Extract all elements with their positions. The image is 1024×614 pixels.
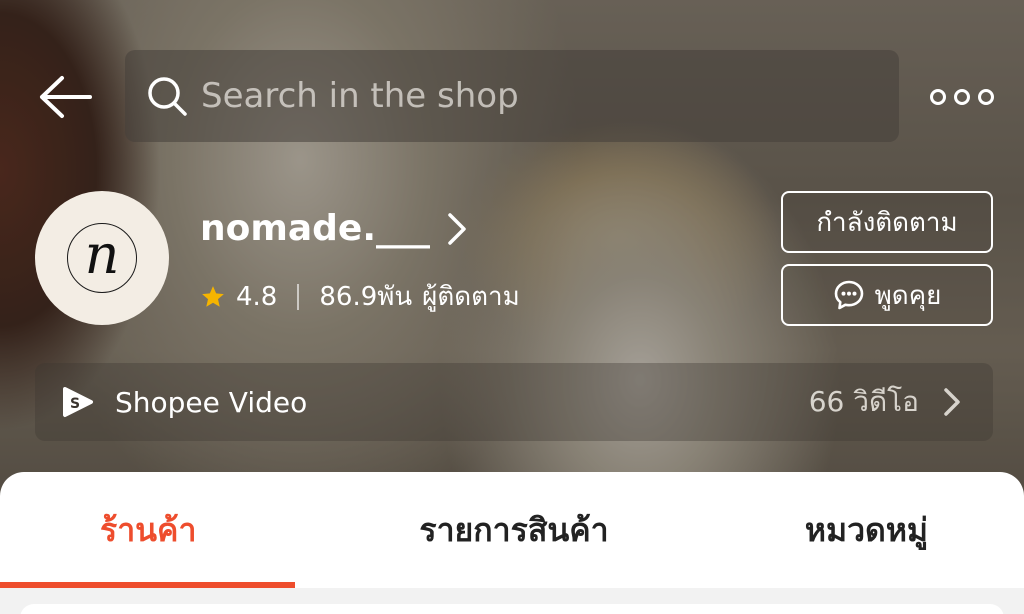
dot-icon [978,89,994,105]
dot-icon [930,89,946,105]
dot-icon [954,89,970,105]
shopee-video-row[interactable]: S Shopee Video 66 วิดีโอ [35,363,993,441]
shop-tabs: ร้านค้า รายการสินค้า หมวดหมู่ [0,472,1024,588]
chat-button-label: พูดคุย [874,280,942,311]
avatar-logo-letter: n [84,223,120,286]
shopee-video-icon: S [61,385,95,419]
svg-text:S: S [70,396,80,412]
logo-ring: n [67,223,137,293]
shopee-video-label: Shopee Video [115,385,308,419]
shop-rating: 4.8 [236,281,278,312]
star-icon [200,284,226,310]
follower-label: ผู้ติดตาม [422,282,520,312]
arrow-left-icon [40,76,92,118]
chevron-right-icon [446,212,470,246]
shop-avatar[interactable]: n [35,191,169,325]
tab-products[interactable]: รายการสินค้า [376,472,652,588]
tab-label: รายการสินค้า [419,510,609,549]
follow-button[interactable]: กำลังติดตาม [781,191,993,253]
follower-count: 86.9พัน [319,282,413,312]
content-card [20,604,1004,614]
more-options-button[interactable] [930,82,994,112]
tab-categories[interactable]: หมวดหมู่ [652,472,1024,588]
video-count: 66 วิดีโอ [808,385,919,418]
chat-button[interactable]: พูดคุย [781,264,993,326]
follow-button-label: กำลังติดตาม [816,207,958,238]
stats-divider [297,283,300,310]
shop-name-link[interactable]: nomade.___ [200,208,470,249]
tab-label: หมวดหมู่ [804,510,928,549]
search-input[interactable] [201,76,801,116]
search-icon [145,74,189,118]
search-bar[interactable] [125,50,899,142]
tab-label: ร้านค้า [100,510,197,549]
back-button[interactable] [34,70,94,124]
shop-stats: 4.8 86.9พัน ผู้ติดตาม [200,276,520,317]
tab-shop[interactable]: ร้านค้า [0,472,376,588]
chevron-right-icon [943,387,963,417]
shop-name: nomade.___ [200,208,431,249]
chat-bubble-icon [833,279,865,311]
